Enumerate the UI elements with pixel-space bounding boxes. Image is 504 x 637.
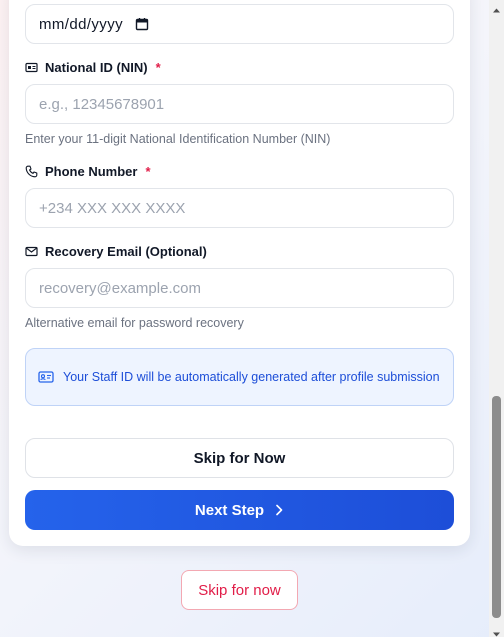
phone-label: Phone Number * [25,164,151,179]
badge-icon [38,370,54,384]
skip-for-now-button[interactable]: Skip for Now [25,438,454,478]
nin-input[interactable]: e.g., 12345678901 [25,84,454,124]
next-step-label: Next Step [194,501,265,519]
phone-input[interactable]: +234 XXX XXX XXXX [25,188,454,228]
recovery-email-label: Recovery Email (Optional) [25,244,207,259]
date-input-value: mm/dd/yyyy [39,15,124,33]
recovery-email-label-text: Recovery Email (Optional) [45,244,207,259]
page-scrollbar[interactable] [489,0,504,637]
staff-id-notice-text: Your Staff ID will be automatically gene… [63,370,440,384]
nin-hint: Enter your 11-digit National Identificat… [25,132,331,146]
skip-for-now-link[interactable]: Skip for now [181,570,298,610]
required-marker: * [155,60,161,75]
phone-label-text: Phone Number [45,164,138,179]
chevron-right-icon [274,504,284,516]
nin-placeholder: e.g., 12345678901 [39,95,165,113]
nin-label: National ID (NIN) * [25,60,161,75]
scroll-down-arrow-icon[interactable] [492,626,501,637]
nin-label-text: National ID (NIN) [45,60,148,75]
scrollbar-thumb[interactable] [492,396,501,618]
calendar-icon[interactable] [135,17,149,31]
phone-icon [25,165,38,178]
mail-icon [25,245,38,258]
id-card-icon [25,61,38,74]
next-step-button[interactable]: Next Step [25,490,454,530]
phone-placeholder: +234 XXX XXX XXXX [39,199,186,217]
recovery-email-input[interactable]: recovery@example.com [25,268,454,308]
staff-id-notice: Your Staff ID will be automatically gene… [25,348,454,406]
date-of-birth-input[interactable]: mm/dd/yyyy [25,4,454,44]
required-marker: * [145,164,151,179]
recovery-email-hint: Alternative email for password recovery [25,316,244,330]
recovery-email-placeholder: recovery@example.com [39,279,201,297]
scroll-up-arrow-icon[interactable] [492,2,501,13]
